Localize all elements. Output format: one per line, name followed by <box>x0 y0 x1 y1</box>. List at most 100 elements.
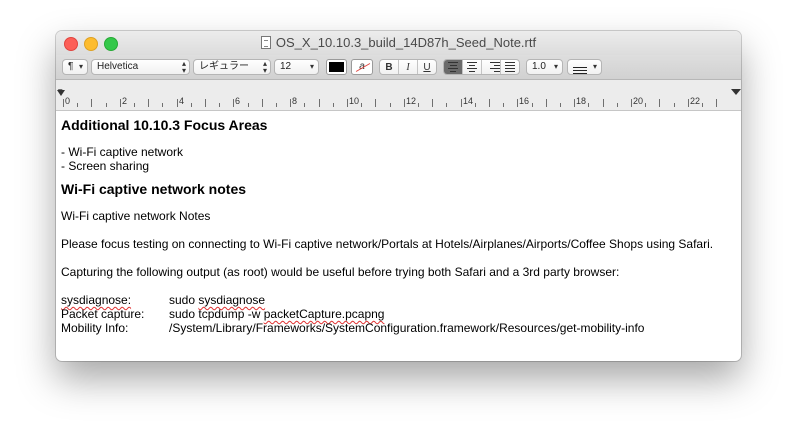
ruler-tick <box>688 99 689 107</box>
align-justify-icon <box>501 60 519 74</box>
ruler-label: 2 <box>122 96 128 106</box>
ruler-tick <box>588 103 589 107</box>
ruler-tick <box>390 103 391 107</box>
paragraph-focus-testing: Please focus testing on connecting to Wi… <box>61 237 714 251</box>
ruler-tick <box>77 103 78 107</box>
ruler-tick <box>404 99 405 107</box>
font-family-value: Helvetica <box>97 61 139 72</box>
heading-wifi-notes: Wi-Fi captive network notes <box>61 181 247 197</box>
ruler-tick <box>148 99 149 107</box>
ruler-label: 12 <box>406 96 417 106</box>
ruler-tick <box>319 99 320 107</box>
align-justify-button[interactable] <box>501 60 519 74</box>
document-icon[interactable] <box>260 36 271 49</box>
ruler-tick <box>418 103 419 107</box>
ruler-tick <box>631 99 632 107</box>
ruler-tick <box>248 103 249 107</box>
ruler-tick <box>191 103 192 107</box>
align-right-button[interactable] <box>482 60 501 74</box>
text-color-swatch <box>329 62 344 72</box>
list-item-wifi: - Wi-Fi captive network <box>61 145 184 159</box>
ruler-tick <box>560 103 561 107</box>
ruler-tick <box>91 99 92 107</box>
ruler[interactable]: ▾ 0 2 4 6 8 10 12 14 16 18 20 22 <box>56 80 741 111</box>
ruler-tick <box>134 103 135 107</box>
ruler-label: 0 <box>65 96 71 106</box>
ruler-label: 10 <box>349 96 360 106</box>
command-label-text: sysdiagnose: <box>61 293 132 307</box>
list-bullets-menu[interactable]: ▾ <box>567 59 602 75</box>
ruler-tick <box>120 99 121 107</box>
ruler-tick <box>546 99 547 107</box>
ruler-tick <box>716 99 717 107</box>
right-indent-marker[interactable] <box>731 89 741 95</box>
ruler-tick <box>461 99 462 107</box>
ruler-tick <box>532 103 533 107</box>
heading-focus-areas: Additional 10.10.3 Focus Areas <box>61 117 268 133</box>
align-center-icon <box>463 60 481 74</box>
font-style-value: レギュラー <box>199 61 249 72</box>
ruler-label: 16 <box>519 96 530 106</box>
ruler-tick <box>304 103 305 107</box>
font-size-combo[interactable]: 12 ▾ <box>274 59 319 75</box>
ruler-tick <box>432 99 433 107</box>
ruler-tick <box>603 99 604 107</box>
chevron-down-icon: ▾ <box>553 62 558 71</box>
ruler-tick <box>205 99 206 107</box>
ruler-tick <box>574 99 575 107</box>
command-prefix: sudo tcpdump -w <box>169 307 264 321</box>
ruler-label: 6 <box>235 96 241 106</box>
left-indent-marker[interactable] <box>57 90 65 96</box>
text-color-well[interactable] <box>326 59 347 75</box>
ruler-tick <box>503 103 504 107</box>
align-left-icon <box>444 60 462 74</box>
ruler-tick <box>489 99 490 107</box>
underline-button[interactable]: U <box>418 60 436 74</box>
text-style-segmented: B I U <box>379 59 437 75</box>
window-title-area: OS_X_10.10.3_build_14D87h_Seed_Note.rtf <box>56 35 741 51</box>
ruler-tick <box>63 99 64 107</box>
ruler-tick <box>106 103 107 107</box>
font-style-select[interactable]: レギュラー ▴ ▾ <box>193 59 271 75</box>
paragraph-style-label: ¶ <box>68 61 74 72</box>
ruler-tick <box>375 99 376 107</box>
ruler-tick <box>645 103 646 107</box>
align-center-button[interactable] <box>463 60 482 74</box>
bold-button[interactable]: B <box>380 60 399 74</box>
list-icon <box>573 67 587 74</box>
command-row: Mobility Info: /System/Library/Framework… <box>61 321 735 335</box>
ruler-tick <box>290 99 291 107</box>
textedit-window: OS_X_10.10.3_build_14D87h_Seed_Note.rtf … <box>56 31 741 361</box>
align-left-button[interactable] <box>444 60 463 74</box>
ruler-tick <box>617 103 618 107</box>
font-family-select[interactable]: Helvetica ▴ ▾ <box>91 59 190 75</box>
format-toolbar: ¶ ▾ Helvetica ▴▾ レギュラー ▴▾ 12 ▾ a B I U <box>56 55 741 80</box>
highlight-color-well[interactable]: a <box>351 59 373 75</box>
command-prefix: sudo <box>169 293 199 307</box>
line-spacing-value: 1.0 <box>532 61 546 72</box>
ruler-tick <box>347 99 348 107</box>
command-label: Packet capture: <box>61 307 145 321</box>
stepper-arrows-icon: ▴ ▾ <box>181 59 186 75</box>
command-label: sysdiagnose: <box>61 293 169 307</box>
command-row: sysdiagnose: sudo sysdiagnose <box>61 293 735 307</box>
command-value-text: /System/Library/Frameworks/SystemConfigu… <box>169 321 645 335</box>
command-label: Mobility Info: <box>61 321 129 335</box>
document-body[interactable]: Additional 10.10.3 Focus Areas - Wi-Fi c… <box>61 117 735 335</box>
ruler-tick <box>233 99 234 107</box>
command-value: sudo sysdiagnose <box>169 293 265 307</box>
paragraph-style-menu[interactable]: ¶ ▾ <box>62 59 88 75</box>
ruler-tick <box>276 103 277 107</box>
ruler-label: 4 <box>179 96 185 106</box>
paragraph-notes-title: Wi-Fi captive network Notes <box>61 209 211 223</box>
title-bar[interactable]: OS_X_10.10.3_build_14D87h_Seed_Note.rtf <box>56 31 741 55</box>
chevron-down-icon: ▾ <box>592 62 597 71</box>
ruler-tick <box>702 103 703 107</box>
ruler-tick <box>659 99 660 107</box>
ruler-tick <box>219 103 220 107</box>
chevron-down-icon: ▾ <box>309 62 314 71</box>
ruler-tick <box>162 103 163 107</box>
ruler-label: 20 <box>633 96 644 106</box>
line-spacing-select[interactable]: 1.0 ▾ <box>526 59 563 75</box>
italic-button[interactable]: I <box>399 60 418 74</box>
